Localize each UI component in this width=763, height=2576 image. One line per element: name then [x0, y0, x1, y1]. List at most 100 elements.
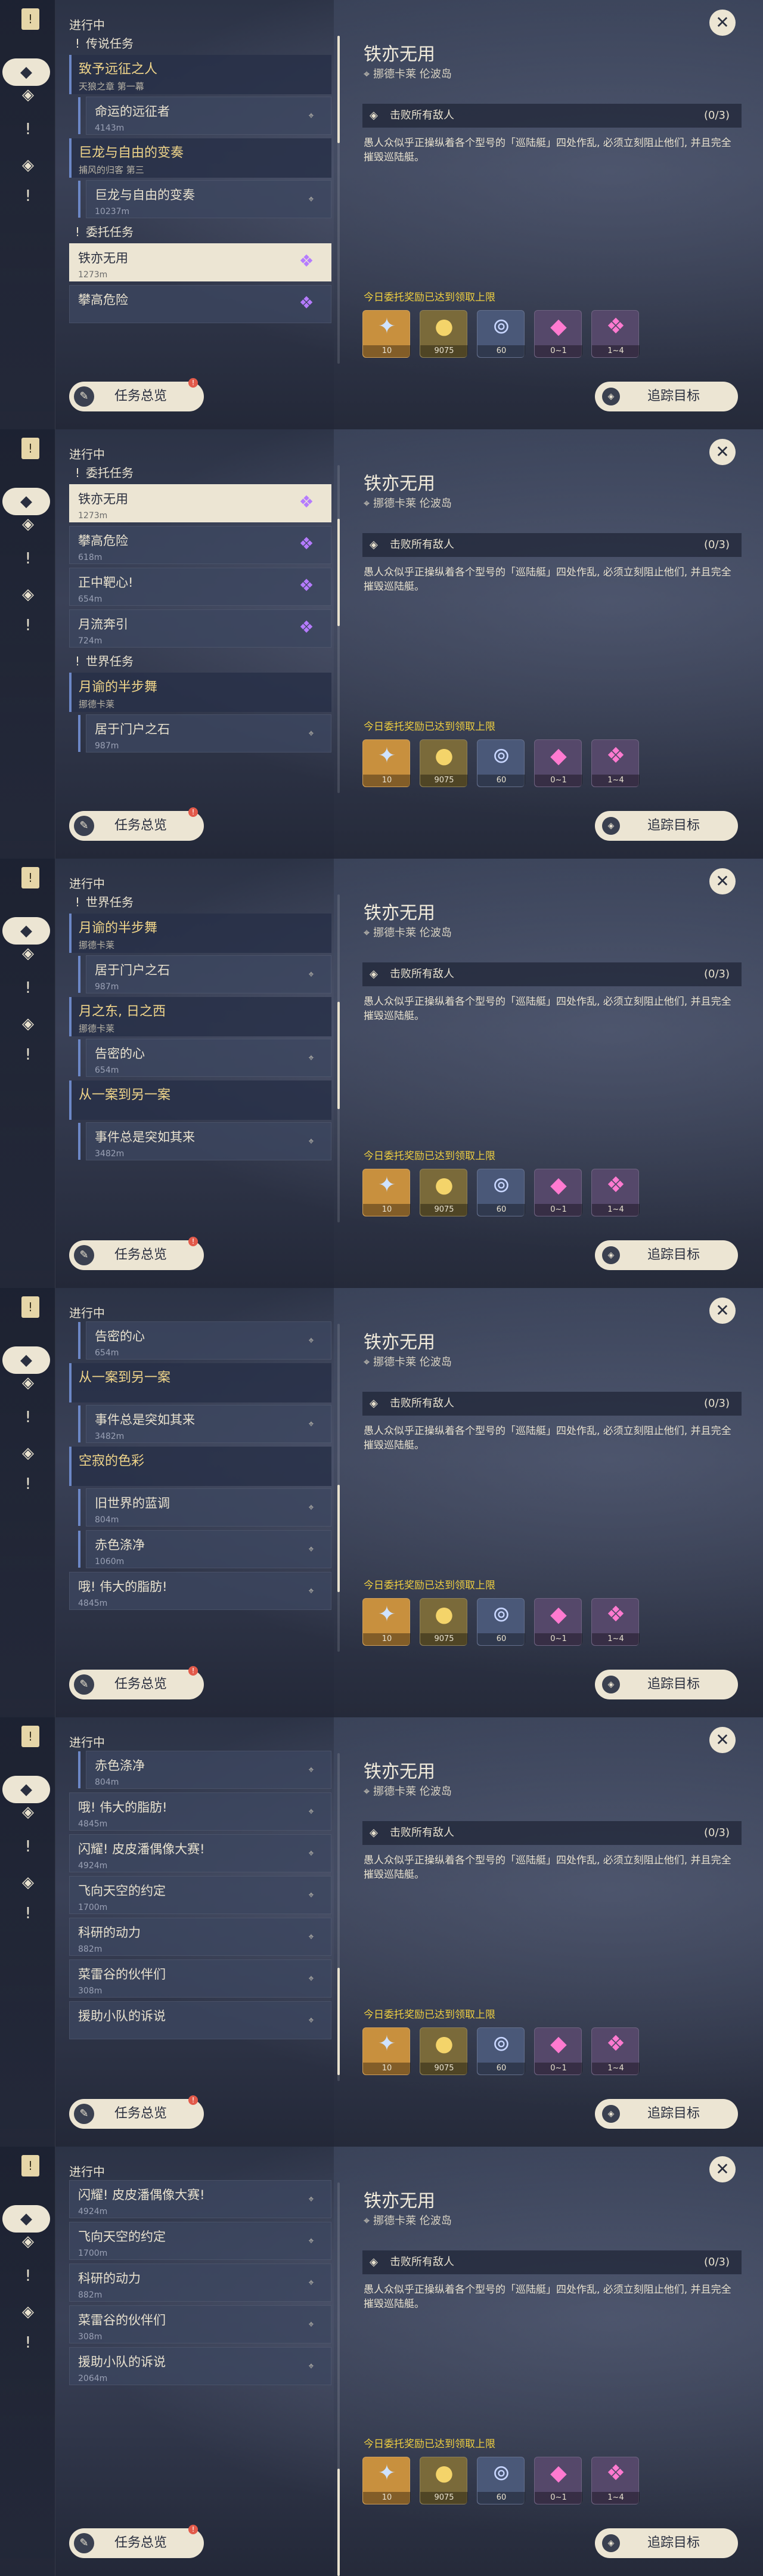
- rail-category-icon[interactable]: ◈: [18, 85, 38, 105]
- list-scrollbar[interactable]: [337, 36, 340, 364]
- reward-item[interactable]: ● 9075: [420, 739, 468, 787]
- reward-item[interactable]: ❖ 1~4: [591, 2457, 640, 2504]
- rail-category-icon[interactable]: ◆: [2, 2205, 50, 2233]
- rail-category-icon[interactable]: ◆: [2, 917, 50, 945]
- reward-item[interactable]: ◆ 0~1: [534, 2027, 582, 2075]
- rail-category-icon[interactable]: !: [18, 1837, 38, 1857]
- quest-overview-button[interactable]: ✎ 任务总览!: [69, 807, 204, 841]
- rail-category-icon[interactable]: !: [18, 1045, 38, 1065]
- location-pin-icon[interactable]: ⌖: [305, 2193, 318, 2206]
- quest-item[interactable]: 巨龙与自由的变奏 10237m ⌖: [78, 180, 331, 218]
- reward-item[interactable]: ⊚ 60: [477, 2027, 525, 2075]
- scrollbar-thumb[interactable]: [337, 36, 340, 143]
- location-pin-icon[interactable]: ⌖: [305, 1847, 318, 1860]
- reward-item[interactable]: ❖ 1~4: [591, 1169, 640, 1216]
- location-pin-icon[interactable]: ⌖: [305, 968, 318, 981]
- rail-category-icon[interactable]: ◈: [18, 1872, 38, 1893]
- quest-group[interactable]: 月谕的半步舞 挪德卡莱: [69, 914, 331, 953]
- rail-category-icon[interactable]: !: [18, 1407, 38, 1428]
- quest-overview-button[interactable]: ✎ 任务总览!: [69, 2525, 204, 2558]
- list-scrollbar[interactable]: [337, 465, 340, 793]
- quest-item[interactable]: 攀高危险 ❖: [69, 285, 331, 323]
- quest-item[interactable]: 哦! 伟大的脂肪! 4845m ⌖: [69, 1792, 331, 1831]
- location-pin-icon[interactable]: ⌖: [305, 1930, 318, 1943]
- location-pin-icon[interactable]: ⌖: [305, 2360, 318, 2373]
- quest-group[interactable]: 月之东, 日之西 挪德卡莱: [69, 997, 331, 1036]
- location-pin-icon[interactable]: ⌖: [305, 1334, 318, 1347]
- location-pin-icon[interactable]: ⌖: [305, 2276, 318, 2289]
- location-pin-icon[interactable]: ⌖: [305, 193, 318, 206]
- close-button[interactable]: ✕: [709, 2156, 736, 2182]
- location-pin-icon[interactable]: ⌖: [305, 1501, 318, 1514]
- reward-item[interactable]: ◆ 0~1: [534, 310, 582, 358]
- quest-item[interactable]: 援助小队的诉说 ⌖: [69, 2001, 331, 2039]
- scrollbar-thumb[interactable]: [337, 1485, 340, 1592]
- rail-category-icon[interactable]: !: [18, 615, 38, 636]
- location-pin-icon[interactable]: ⌖: [305, 727, 318, 740]
- scrollbar-thumb[interactable]: [337, 1968, 340, 2075]
- reward-item[interactable]: ● 9075: [420, 2457, 468, 2504]
- quest-item[interactable]: 居于门户之石 987m ⌖: [78, 714, 331, 753]
- reward-item[interactable]: ⊚ 60: [477, 310, 525, 358]
- quest-overview-button[interactable]: ✎ 任务总览!: [69, 2095, 204, 2129]
- rail-category-icon[interactable]: ◆: [2, 1776, 50, 1803]
- quest-item[interactable]: 正中靶心! 654m ❖: [69, 568, 331, 606]
- rail-category-icon[interactable]: ◈: [18, 155, 38, 175]
- rail-category-icon[interactable]: ◈: [18, 943, 38, 964]
- reward-item[interactable]: ⊚ 60: [477, 1169, 525, 1216]
- reward-item[interactable]: ✦ 10: [362, 1169, 411, 1216]
- rail-category-icon[interactable]: ◈: [18, 2302, 38, 2322]
- location-pin-icon[interactable]: ⌖: [305, 1805, 318, 1818]
- rail-category-icon[interactable]: ◈: [18, 1802, 38, 1822]
- track-target-button[interactable]: ◈ 追踪目标: [595, 382, 738, 411]
- quest-overview-button[interactable]: ✎ 任务总览!: [69, 378, 204, 411]
- quest-overview-button[interactable]: ✎ 任务总览!: [69, 1237, 204, 1270]
- rail-category-icon[interactable]: ◈: [18, 1373, 38, 1393]
- track-target-button[interactable]: ◈ 追踪目标: [595, 2099, 738, 2129]
- quest-item[interactable]: 赤色涤净 1060m ⌖: [78, 1530, 331, 1568]
- rail-category-icon[interactable]: !: [18, 1903, 38, 1924]
- rail-category-icon[interactable]: !: [18, 1474, 38, 1494]
- rail-category-icon[interactable]: !: [18, 978, 38, 998]
- location-pin-icon[interactable]: ⌖: [305, 1051, 318, 1064]
- quest-overview-button[interactable]: ✎ 任务总览!: [69, 1666, 204, 1699]
- reward-item[interactable]: ⊚ 60: [477, 739, 525, 787]
- list-scrollbar[interactable]: [337, 894, 340, 1222]
- location-pin-icon[interactable]: ⌖: [305, 109, 318, 122]
- scrollbar-thumb[interactable]: [337, 2469, 340, 2576]
- reward-item[interactable]: ◆ 0~1: [534, 1169, 582, 1216]
- track-target-button[interactable]: ◈ 追踪目标: [595, 2528, 738, 2558]
- list-scrollbar[interactable]: [337, 1753, 340, 2081]
- reward-item[interactable]: ❖ 1~4: [591, 2027, 640, 2075]
- track-target-button[interactable]: ◈ 追踪目标: [595, 811, 738, 841]
- reward-item[interactable]: ⊚ 60: [477, 1598, 525, 1646]
- location-pin-icon[interactable]: ⌖: [305, 1584, 318, 1597]
- location-pin-icon[interactable]: ⌖: [305, 1543, 318, 1556]
- quest-book-icon[interactable]: !: [21, 2155, 39, 2176]
- reward-item[interactable]: ◆ 0~1: [534, 1598, 582, 1646]
- scrollbar-thumb[interactable]: [337, 519, 340, 626]
- quest-item[interactable]: 事件总是突如其来 3482m ⌖: [78, 1122, 331, 1160]
- reward-item[interactable]: ✦ 10: [362, 739, 411, 787]
- reward-item[interactable]: ● 9075: [420, 1169, 468, 1216]
- quest-item[interactable]: 铁亦无用 1273m ❖: [69, 243, 331, 281]
- quest-item[interactable]: 科研的动力 882m ⌖: [69, 1918, 331, 1956]
- rail-category-icon[interactable]: ◆: [2, 1346, 50, 1374]
- reward-item[interactable]: ✦ 10: [362, 2457, 411, 2504]
- quest-group[interactable]: 从一案到另一案: [69, 1080, 331, 1120]
- close-button[interactable]: ✕: [709, 1727, 736, 1753]
- quest-item[interactable]: 闪耀! 皮皮潘偶像大赛! 4924m ⌖: [69, 2180, 331, 2218]
- close-button[interactable]: ✕: [709, 868, 736, 894]
- close-button[interactable]: ✕: [709, 439, 736, 465]
- quest-item[interactable]: 攀高危险 618m ❖: [69, 526, 331, 564]
- location-pin-icon[interactable]: ⌖: [305, 2014, 318, 2027]
- reward-item[interactable]: ● 9075: [420, 2027, 468, 2075]
- reward-item[interactable]: ● 9075: [420, 1598, 468, 1646]
- quest-book-icon[interactable]: !: [21, 1726, 39, 1747]
- location-pin-icon[interactable]: ⌖: [305, 1417, 318, 1431]
- location-pin-icon[interactable]: ⌖: [305, 1972, 318, 1985]
- quest-item[interactable]: 月流奔引 724m ❖: [69, 609, 331, 648]
- quest-item[interactable]: 援助小队的诉说 2064m ⌖: [69, 2347, 331, 2385]
- quest-group[interactable]: 空寂的色彩: [69, 1447, 331, 1486]
- reward-item[interactable]: ❖ 1~4: [591, 739, 640, 787]
